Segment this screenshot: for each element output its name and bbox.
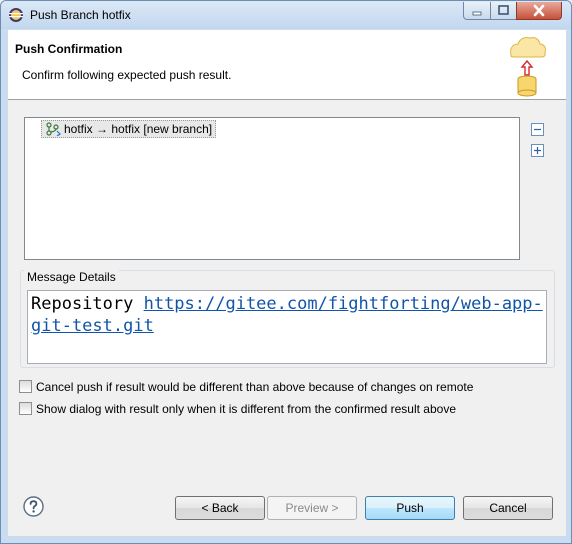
close-button[interactable] [516, 2, 562, 20]
dialog-client: Push Confirmation Confirm following expe… [8, 30, 566, 536]
cloud-upload-database-icon [510, 37, 546, 97]
option-label: Show dialog with result only when it is … [36, 401, 456, 416]
push-button[interactable]: Push [365, 496, 455, 520]
expand-all-button[interactable] [531, 144, 544, 157]
branch-push-icon [46, 122, 61, 136]
eclipse-icon [9, 8, 23, 22]
minimize-button[interactable] [463, 2, 491, 20]
maximize-icon [498, 5, 509, 15]
close-icon [533, 4, 545, 17]
option-show-only-if-different[interactable]: Show dialog with result only when it is … [19, 401, 456, 417]
page-description: Confirm following expected push result. [22, 68, 232, 82]
checkbox-show-only-if-different[interactable] [19, 402, 32, 416]
checkbox-cancel-if-different[interactable] [19, 380, 32, 394]
collapse-all-button[interactable] [531, 123, 544, 136]
message-details-text[interactable]: Repository https://gitee.com/fightfortin… [27, 290, 547, 364]
back-button[interactable]: < Back [175, 496, 265, 520]
title-bar[interactable]: Push Branch hotfix [1, 1, 571, 29]
tree-item-label: hotfix → hotfix [new branch] [64, 122, 213, 136]
preview-button[interactable]: Preview > [267, 496, 357, 520]
repository-prefix: Repository [31, 294, 144, 314]
window-title: Push Branch hotfix [30, 8, 131, 22]
dialog-window: Push Branch hotfix Push Confirmation Con… [0, 0, 572, 544]
message-details-label: Message Details [24, 270, 119, 284]
option-label: Cancel push if result would be different… [36, 379, 474, 394]
option-cancel-if-different[interactable]: Cancel push if result would be different… [19, 379, 473, 395]
collapse-all-icon [534, 128, 541, 131]
minimize-icon [472, 11, 482, 16]
tree-item-branch[interactable]: hotfix → hotfix [new branch] [41, 120, 217, 138]
cancel-button[interactable]: Cancel [463, 496, 553, 520]
page-title: Push Confirmation [15, 42, 123, 56]
push-result-tree[interactable]: hotfix → hotfix [new branch] [24, 117, 520, 260]
wizard-header: Push Confirmation Confirm following expe… [8, 30, 566, 100]
maximize-button[interactable] [490, 2, 517, 20]
expand-all-icon [534, 147, 541, 154]
help-icon[interactable] [23, 496, 44, 517]
